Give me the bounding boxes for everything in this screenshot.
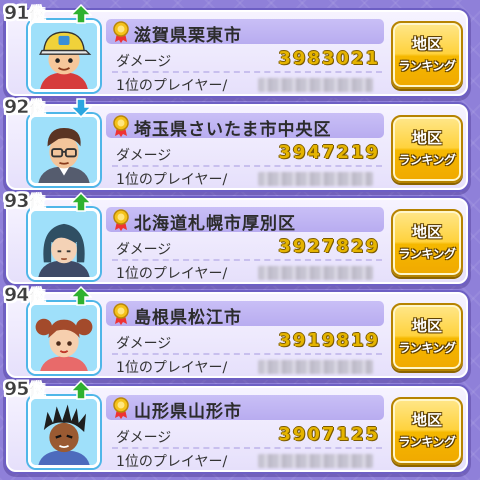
damage-label: ダメージ xyxy=(116,148,172,164)
regional-ranking-button[interactable]: 地区 ランキング xyxy=(391,209,463,277)
damage-value: 3919819 xyxy=(278,330,380,351)
row-divider xyxy=(112,353,382,355)
medal-icon xyxy=(113,209,129,231)
arrow-up-icon xyxy=(70,380,92,400)
medal-icon xyxy=(113,115,129,137)
rank-number: 94位 xyxy=(4,284,45,307)
top-player-label: 1位のプレイヤー/ xyxy=(116,172,228,188)
man-glasses-avatar xyxy=(31,117,97,183)
row-divider xyxy=(112,165,382,167)
ranking-row: 94位 島根県松江市 ダメージ 3919819 1位のプレイヤー/ 地区 ランキ… xyxy=(4,284,468,378)
damage-label: ダメージ xyxy=(116,430,172,446)
button-label-line2: ランキング xyxy=(398,153,456,167)
region-name: 山形県山形市 xyxy=(134,402,242,422)
arrow-down-icon xyxy=(70,98,92,118)
button-label-line1: 地区 xyxy=(411,35,442,53)
row-divider xyxy=(112,259,382,261)
regional-ranking-button[interactable]: 地区 ランキング xyxy=(391,397,463,465)
button-label-line2: ランキング xyxy=(398,435,456,449)
top-player-name-redacted xyxy=(258,360,373,374)
player-avatar xyxy=(28,396,100,468)
button-label-line2: ランキング xyxy=(398,247,456,261)
region-name: 北海道札幌市厚別区 xyxy=(134,214,296,234)
button-label-line1: 地区 xyxy=(411,411,442,429)
medal-icon xyxy=(113,303,129,325)
region-name: 島根県松江市 xyxy=(134,308,242,328)
top-player-label: 1位のプレイヤー/ xyxy=(116,454,228,470)
dark-hair-girl-avatar xyxy=(31,211,97,277)
arrow-up-icon xyxy=(70,4,92,24)
ranking-list[interactable]: 91位 滋賀県栗東市 ダメージ 3983021 1位のプレイヤー/ 地区 ランキ… xyxy=(0,0,480,480)
region-name: 埼玉県さいたま市中央区 xyxy=(134,120,332,140)
boy-cap-avatar xyxy=(31,23,97,89)
damage-value: 3983021 xyxy=(278,48,380,69)
damage-label: ダメージ xyxy=(116,54,172,70)
medal-icon xyxy=(113,21,129,43)
damage-label: ダメージ xyxy=(116,336,172,352)
row-divider xyxy=(112,447,382,449)
regional-ranking-button[interactable]: 地区 ランキング xyxy=(391,303,463,371)
rank-number: 95位 xyxy=(4,378,45,401)
top-player-label: 1位のプレイヤー/ xyxy=(116,266,228,282)
arrow-up-icon xyxy=(70,192,92,212)
ranking-row: 91位 滋賀県栗東市 ダメージ 3983021 1位のプレイヤー/ 地区 ランキ… xyxy=(4,2,468,96)
top-player-name-redacted xyxy=(258,454,373,468)
damage-label: ダメージ xyxy=(116,242,172,258)
button-label-line1: 地区 xyxy=(411,223,442,241)
damage-value: 3927829 xyxy=(278,236,380,257)
spiky-hair-boy-avatar xyxy=(31,399,97,465)
row-divider xyxy=(112,71,382,73)
rank-number: 91位 xyxy=(4,2,45,25)
player-avatar xyxy=(28,20,100,92)
top-player-name-redacted xyxy=(258,78,373,92)
arrow-up-icon xyxy=(70,286,92,306)
player-avatar xyxy=(28,302,100,374)
pigtail-girl-avatar xyxy=(31,305,97,371)
damage-value: 3947219 xyxy=(278,142,380,163)
top-player-label: 1位のプレイヤー/ xyxy=(116,78,228,94)
button-label-line2: ランキング xyxy=(398,341,456,355)
top-player-label: 1位のプレイヤー/ xyxy=(116,360,228,376)
regional-ranking-button[interactable]: 地区 ランキング xyxy=(391,21,463,89)
player-avatar xyxy=(28,114,100,186)
button-label-line2: ランキング xyxy=(398,59,456,73)
rank-number: 92位 xyxy=(4,96,45,119)
top-player-name-redacted xyxy=(258,266,373,280)
ranking-row: 95位 山形県山形市 ダメージ 3907125 1位のプレイヤー/ 地区 ランキ… xyxy=(4,378,468,472)
ranking-row: 93位 北海道札幌市厚別区 ダメージ 3927829 1位のプレイヤー/ 地区 … xyxy=(4,190,468,284)
medal-icon xyxy=(113,397,129,419)
region-name: 滋賀県栗東市 xyxy=(134,26,242,46)
regional-ranking-button[interactable]: 地区 ランキング xyxy=(391,115,463,183)
top-player-name-redacted xyxy=(258,172,373,186)
player-avatar xyxy=(28,208,100,280)
ranking-row: 92位 埼玉県さいたま市中央区 ダメージ 3947219 1位のプレイヤー/ 地… xyxy=(4,96,468,190)
button-label-line1: 地区 xyxy=(411,129,442,147)
rank-number: 93位 xyxy=(4,190,45,213)
button-label-line1: 地区 xyxy=(411,317,442,335)
damage-value: 3907125 xyxy=(278,424,380,445)
